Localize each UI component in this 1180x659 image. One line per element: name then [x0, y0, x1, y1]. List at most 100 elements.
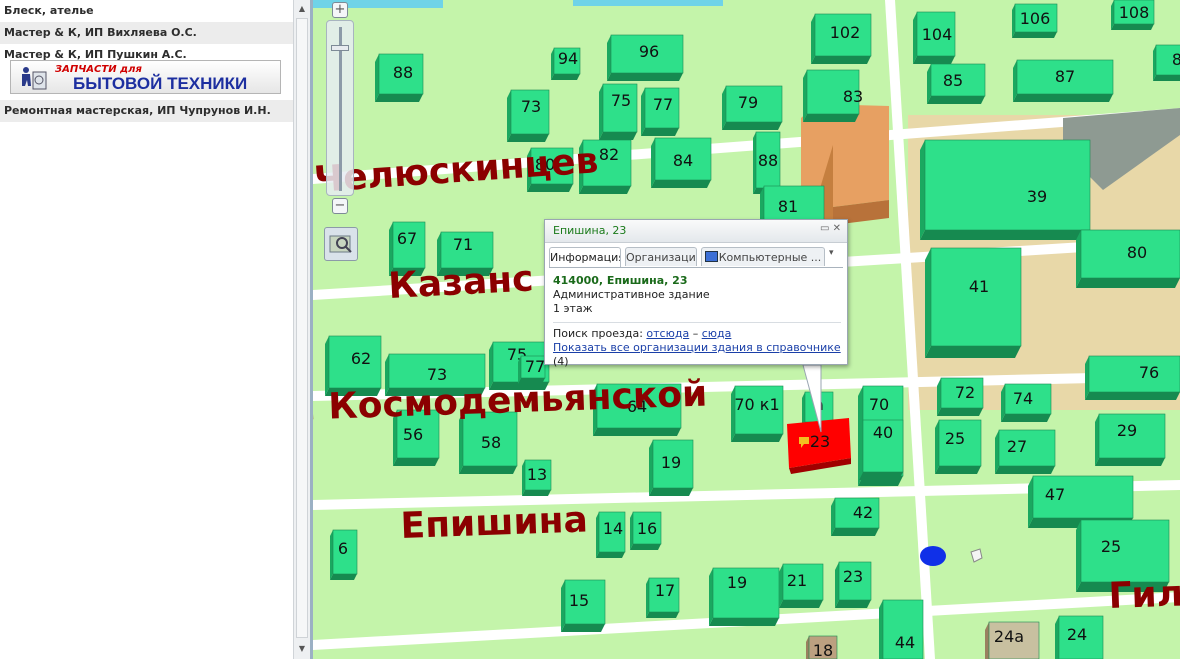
building-41[interactable]: 41 — [925, 247, 1022, 358]
building-label: 81 — [778, 197, 798, 216]
building-76[interactable]: 76 — [1085, 355, 1180, 400]
small-marker[interactable] — [970, 548, 983, 563]
building-75a[interactable]: 75 — [599, 83, 638, 140]
scrollbar-thumb[interactable] — [296, 18, 308, 638]
route-search-row: Поиск проезда: отсюда – сюда — [553, 327, 841, 341]
building-label: 17 — [655, 581, 675, 600]
building-70k1[interactable]: 70 к1 — [731, 385, 784, 442]
building-15[interactable]: 15 — [561, 579, 606, 632]
building-14[interactable]: 14 — [596, 511, 626, 558]
building-label: 88 — [393, 63, 413, 82]
org-item-blesk[interactable]: Блеск, ателье — [0, 0, 293, 22]
building-42[interactable]: 42 — [831, 497, 880, 536]
show-all-orgs-link[interactable]: Показать все организации здания в справо… — [553, 341, 841, 354]
layers-icon[interactable] — [324, 227, 358, 261]
building-29[interactable]: 29 — [1095, 413, 1166, 466]
popup-tabs: Информация Организации Компьютерные ... … — [549, 247, 843, 268]
building-label: 14 — [603, 519, 623, 538]
monitor-icon — [705, 251, 718, 262]
building-label: 106 — [1020, 9, 1051, 28]
zoom-out-icon[interactable]: − — [332, 198, 348, 214]
building-label: 88 — [758, 151, 778, 170]
building-label: 41 — [969, 277, 989, 296]
building-23b[interactable]: 23 — [835, 561, 872, 608]
building-27[interactable]: 27 — [995, 429, 1056, 474]
building-16[interactable]: 16 — [630, 511, 662, 550]
building-106[interactable]: 106 — [1012, 3, 1058, 38]
building-104[interactable]: 104 — [913, 11, 956, 64]
building-24a[interactable]: 24а — [985, 621, 1040, 659]
building-89[interactable]: 89 — [1153, 44, 1180, 81]
building-74[interactable]: 74 — [1001, 383, 1052, 422]
street-label-gil: Гил — [1108, 573, 1180, 617]
building-label: 71 — [453, 235, 473, 254]
route-from-link[interactable]: отсюда — [646, 327, 689, 340]
ad-banner[interactable]: ЗАПЧАСТИ для БЫТОВОЙ ТЕХНИКИ — [10, 60, 281, 94]
building-label: 25 — [945, 429, 965, 448]
building-77a[interactable]: 77 — [641, 87, 680, 136]
building-88b[interactable]: 88 — [753, 131, 781, 194]
zoom-in-icon[interactable]: + — [332, 2, 348, 18]
building-19a[interactable]: 19 — [649, 439, 694, 496]
route-to-link[interactable]: сюда — [702, 327, 732, 340]
org-item-remont-chuprunov[interactable]: Ремонтная мастерская, ИП Чупрунов И.Н. — [0, 100, 293, 122]
building-85[interactable]: 85 — [927, 63, 986, 104]
building-label: 72 — [955, 383, 975, 402]
building-label: 70 — [869, 395, 889, 414]
building-21[interactable]: 21 — [779, 563, 824, 608]
building-80b[interactable]: 80 — [1076, 229, 1180, 288]
org-list-scrollbar[interactable]: ▲ ▼ — [293, 0, 310, 659]
building-73a[interactable]: 73 — [507, 89, 550, 142]
building-17[interactable]: 17 — [646, 577, 680, 618]
close-icon[interactable]: ✕ — [833, 223, 841, 234]
popup-body: 414000, Епишина, 23 Административное зда… — [553, 274, 841, 369]
tab-organizations[interactable]: Организации — [625, 247, 697, 266]
building-label: 13 — [527, 465, 547, 484]
building-18[interactable]: 18 — [806, 635, 838, 659]
building-79[interactable]: 79 — [722, 85, 783, 130]
building-108[interactable]: 108 — [1111, 0, 1155, 30]
map-view[interactable]: 88 94 96 102 104 106 108 89 85 87 73 75 77 79 83 80 82 84… — [313, 0, 1180, 659]
building-96[interactable]: 96 — [607, 34, 684, 81]
water-strip-2 — [573, 0, 723, 6]
building-102[interactable]: 102 — [811, 13, 872, 64]
building-39[interactable]: 39 — [920, 139, 1091, 240]
building-label: 23 — [843, 567, 863, 586]
building-72[interactable]: 72 — [937, 377, 984, 416]
tabs-more-icon[interactable]: ▾ — [829, 248, 834, 258]
building-44[interactable]: 44 — [879, 599, 924, 659]
zoom-control: + − — [326, 0, 354, 218]
building-label: 85 — [943, 71, 963, 90]
building-label: 73 — [521, 97, 541, 116]
building-label: 23 — [810, 432, 830, 451]
repairman-logo — [22, 67, 47, 90]
building-label: 94 — [558, 49, 578, 68]
building-19b[interactable]: 19 — [709, 567, 780, 626]
org-item-master-vihlyaeva[interactable]: Мастер & К, ИП Вихляева О.С. — [0, 22, 293, 44]
computer-tab-label: Компьютерные ... — [718, 251, 822, 264]
building-label: 74 — [1013, 389, 1033, 408]
building-88a[interactable]: 88 — [375, 53, 424, 102]
scroll-up-icon[interactable]: ▲ — [295, 2, 309, 16]
minimize-icon[interactable]: ▭ — [820, 223, 829, 234]
building-94[interactable]: 94 — [551, 47, 581, 80]
zoom-slider[interactable] — [326, 20, 354, 196]
building-87[interactable]: 87 — [1013, 59, 1114, 102]
tab-info[interactable]: Информация — [549, 247, 621, 267]
scroll-down-icon[interactable]: ▼ — [295, 642, 309, 656]
building-label: 19 — [727, 573, 747, 592]
building-40[interactable]: 40 — [859, 419, 904, 480]
building-25a[interactable]: 25 — [935, 419, 982, 474]
zoom-knob[interactable] — [331, 45, 349, 51]
street-label-epishina: Епишина — [400, 499, 589, 547]
tab-computer[interactable]: Компьютерные ... — [701, 247, 825, 266]
building-6[interactable]: 6 — [330, 529, 358, 580]
ad-big-text: БЫТОВОЙ ТЕХНИКИ — [73, 74, 248, 93]
building-84[interactable]: 84 — [651, 137, 712, 188]
building-label: 104 — [922, 25, 953, 44]
building-13[interactable]: 13 — [522, 459, 552, 496]
building-24[interactable]: 24 — [1055, 615, 1104, 659]
building-83[interactable]: 83 — [803, 69, 863, 122]
popup-window-buttons: ▭ ✕ — [820, 223, 841, 234]
blue-marker[interactable] — [920, 546, 946, 566]
